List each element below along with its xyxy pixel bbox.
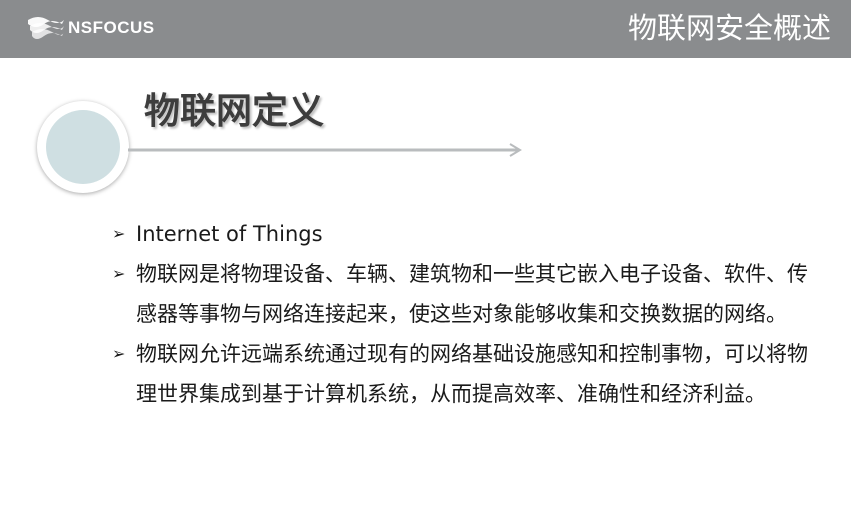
title-divider-arrow <box>128 143 522 157</box>
bullet-text: Internet of Things <box>136 222 323 246</box>
header-bar: NSFOCUS 物联网安全概述 <box>0 0 851 58</box>
arrow-bullet-icon: ➢ <box>112 224 126 243</box>
logo: NSFOCUS <box>26 14 155 42</box>
circle-icon <box>37 101 129 193</box>
bullet-text: 物联网是将物理设备、车辆、建筑物和一些其它嵌入电子设备、软件、传感器等事物与网络… <box>136 262 808 326</box>
circle-inner <box>46 110 120 184</box>
logo-text: NSFOCUS <box>68 18 155 37</box>
bullet-list: ➢ Internet of Things ➢ 物联网是将物理设备、车辆、建筑物和… <box>112 214 812 414</box>
arrow-bullet-icon: ➢ <box>112 264 126 283</box>
list-item: ➢ 物联网允许远端系统通过现有的网络基础设施感知和控制事物，可以将物理世界集成到… <box>112 334 812 414</box>
arrow-bullet-icon: ➢ <box>112 344 126 363</box>
section-title: 物联网定义 <box>144 91 325 132</box>
header-title: 物联网安全概述 <box>627 11 831 45</box>
list-item: ➢ Internet of Things <box>112 214 812 254</box>
list-item: ➢ 物联网是将物理设备、车辆、建筑物和一些其它嵌入电子设备、软件、传感器等事物与… <box>112 254 812 334</box>
bullet-text: 物联网允许远端系统通过现有的网络基础设施感知和控制事物，可以将物理世界集成到基于… <box>136 342 808 406</box>
nsfocus-flag-icon <box>28 17 64 39</box>
